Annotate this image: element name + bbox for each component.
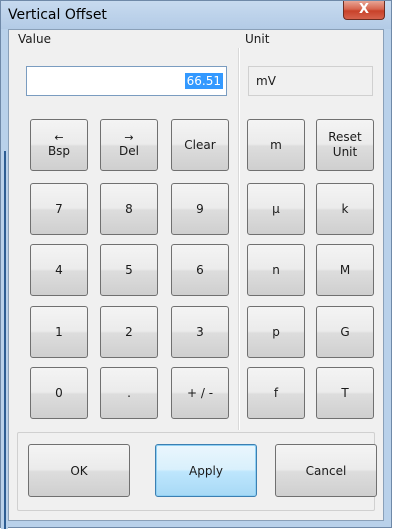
dialog-title: Vertical Offset <box>8 7 107 23</box>
reset-unit-button[interactable]: Reset Unit <box>316 119 374 171</box>
digit-2-label: 2 <box>125 324 133 339</box>
unit-pico-label: p <box>272 324 280 339</box>
digit-2-button[interactable]: 2 <box>100 306 158 358</box>
unit-pico-button[interactable]: p <box>247 306 305 358</box>
digit-4-label: 4 <box>55 262 63 277</box>
action-panel: OK Apply Cancel <box>17 432 377 511</box>
reset-unit-label-line1: Reset <box>328 130 362 144</box>
digit-7-label: 7 <box>55 201 63 216</box>
apply-label: Apply <box>189 463 223 478</box>
apply-button[interactable]: Apply <box>155 444 257 497</box>
close-icon: X <box>358 2 370 17</box>
unit-femto-label: f <box>273 385 279 400</box>
digit-6-label: 6 <box>196 262 204 277</box>
clear-button[interactable]: Clear <box>171 119 229 171</box>
digit-8-label: 8 <box>125 201 133 216</box>
close-button[interactable]: X <box>343 1 385 20</box>
dialog-client-area: Value Unit 66.51 mV ← Bsp → Del Clear m … <box>8 29 384 521</box>
digit-1-button[interactable]: 1 <box>30 306 88 358</box>
digit-9-label: 9 <box>196 201 204 216</box>
digit-0-button[interactable]: 0 <box>30 367 88 419</box>
digit-5-button[interactable]: 5 <box>100 244 158 296</box>
backspace-button[interactable]: ← Bsp <box>30 119 88 171</box>
unit-micro-button[interactable]: μ <box>247 183 305 235</box>
sign-toggle-button[interactable]: + / - <box>171 367 229 419</box>
sign-toggle-label: + / - <box>186 385 214 400</box>
right-arrow-icon: → <box>124 130 134 144</box>
unit-nano-button[interactable]: n <box>247 244 305 296</box>
cancel-label: Cancel <box>305 463 347 478</box>
window-left-edge <box>1 151 8 529</box>
unit-kilo-button[interactable]: k <box>316 183 374 235</box>
digit-9-button[interactable]: 9 <box>171 183 229 235</box>
unit-femto-button[interactable]: f <box>247 367 305 419</box>
unit-giga-button[interactable]: G <box>316 306 374 358</box>
backspace-label: Bsp <box>47 143 71 158</box>
delete-label: Del <box>119 143 139 158</box>
ok-button[interactable]: OK <box>28 444 130 497</box>
unit-mega-label: M <box>339 262 351 277</box>
unit-micro-label: μ <box>272 201 280 216</box>
digit-4-button[interactable]: 4 <box>30 244 88 296</box>
reset-unit-label-line2: Unit <box>332 145 358 159</box>
digit-7-button[interactable]: 7 <box>30 183 88 235</box>
digit-0-label: 0 <box>55 385 63 400</box>
unit-display: mV <box>248 66 373 96</box>
digit-3-label: 3 <box>196 324 204 339</box>
unit-giga-label: G <box>340 324 350 339</box>
unit-m-label: m <box>270 137 282 152</box>
digit-3-button[interactable]: 3 <box>171 306 229 358</box>
digit-1-label: 1 <box>55 324 63 339</box>
cancel-button[interactable]: Cancel <box>275 444 377 497</box>
unit-mega-button[interactable]: M <box>316 244 374 296</box>
digit-8-button[interactable]: 8 <box>100 183 158 235</box>
clear-label: Clear <box>184 137 216 152</box>
unit-kilo-label: k <box>341 201 349 216</box>
delete-button[interactable]: → Del <box>100 119 158 171</box>
ok-label: OK <box>70 463 88 478</box>
title-bar[interactable]: Vertical Offset X <box>1 1 391 29</box>
unit-label: Unit <box>245 32 270 46</box>
value-input-text: 66.51 <box>184 73 223 89</box>
digit-6-button[interactable]: 6 <box>171 244 229 296</box>
decimal-point-button[interactable]: . <box>100 367 158 419</box>
digit-5-label: 5 <box>125 262 133 277</box>
decimal-point-label: . <box>127 385 131 400</box>
unit-tera-label: T <box>341 385 349 400</box>
vertical-offset-dialog: Vertical Offset X Value Unit 66.51 mV ← … <box>0 0 392 529</box>
value-input[interactable]: 66.51 <box>26 66 227 96</box>
value-label: Value <box>18 32 51 46</box>
unit-m-button[interactable]: m <box>247 119 305 171</box>
unit-nano-label: n <box>272 262 280 277</box>
column-divider-highlight <box>239 48 240 430</box>
left-arrow-icon: ← <box>54 130 64 144</box>
unit-tera-button[interactable]: T <box>316 367 374 419</box>
